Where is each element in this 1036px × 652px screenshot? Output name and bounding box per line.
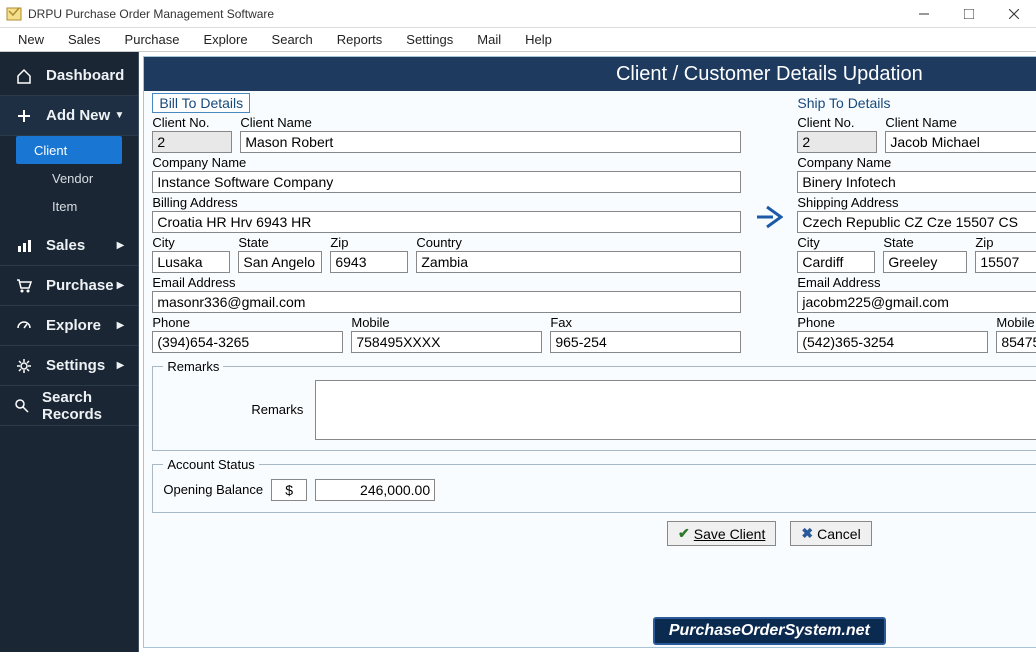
sidebar-settings[interactable]: Settings ▶ [0,346,138,386]
save-client-button[interactable]: ✔Save Client [667,521,776,546]
chevron-right-icon: ▶ [117,240,125,251]
plus-icon [14,108,34,124]
bill-fax[interactable] [550,331,741,353]
ship-zip[interactable] [975,251,1036,273]
sidebar-client[interactable]: Client [16,136,122,164]
bill-city[interactable] [152,251,230,273]
menu-mail[interactable]: Mail [465,32,513,47]
sidebar-label: Purchase [46,277,114,294]
footer-brand: PurchaseOrderSystem.net [144,617,1036,645]
chevron-right-icon: ▶ [117,320,125,331]
bars-icon [14,238,34,254]
remarks-legend: Remarks [163,359,223,374]
bill-to-title: Bill To Details [152,93,250,113]
bill-country[interactable] [416,251,741,273]
title-bar: DRPU Purchase Order Management Software [0,0,1036,28]
remarks-input[interactable] [315,380,1036,440]
bill-mobile[interactable] [351,331,542,353]
opening-balance[interactable] [315,479,435,501]
bill-address[interactable] [152,211,741,233]
chevron-right-icon: ▶ [117,280,125,291]
close-window-button[interactable] [991,0,1036,28]
arrow-icon [755,93,783,231]
ship-state[interactable] [883,251,967,273]
ship-email[interactable] [797,291,1036,313]
ship-phone[interactable] [797,331,988,353]
ship-city[interactable] [797,251,875,273]
menu-search[interactable]: Search [260,32,325,47]
bill-phone[interactable] [152,331,343,353]
window-title: DRPU Purchase Order Management Software [28,7,901,21]
gear-icon [14,358,34,374]
sidebar-label: Search Records [42,389,124,423]
check-icon: ✔ [678,525,690,542]
sidebar-label: Add New [46,107,110,124]
page-header: Client / Customer Details Updation Close [144,57,1036,91]
chevron-right-icon: ▶ [117,360,125,371]
menu-sales[interactable]: Sales [56,32,113,47]
gauge-icon [14,318,34,334]
sidebar: Dashboard Add New ▼ Client Vendor Item S… [0,52,139,652]
account-status-fieldset: Account Status Opening Balance Account B… [152,457,1036,513]
ship-mobile[interactable] [996,331,1036,353]
ship-client-name[interactable] [885,131,1036,153]
sidebar-search[interactable]: Search Records [0,386,138,426]
account-status-legend: Account Status [163,457,258,472]
sidebar-label: Settings [46,357,105,374]
page-title: Client / Customer Details Updation [616,63,923,86]
cancel-button[interactable]: ✖Cancel [790,521,871,546]
sidebar-dashboard[interactable]: Dashboard [0,56,138,96]
ship-client-no[interactable] [797,131,877,153]
sidebar-label: Explore [46,317,101,334]
sidebar-explore[interactable]: Explore ▶ [0,306,138,346]
search-icon [14,398,30,414]
chevron-down-icon: ▼ [114,110,124,121]
bill-company[interactable] [152,171,741,193]
sidebar-add-new[interactable]: Add New ▼ [0,96,138,136]
cart-icon [14,278,34,294]
menu-reports[interactable]: Reports [325,32,395,47]
bill-client-no[interactable] [152,131,232,153]
menu-bar: New Sales Purchase Explore Search Report… [0,28,1036,52]
minimize-button[interactable] [901,0,946,28]
menu-new[interactable]: New [6,32,56,47]
content-panel: Client / Customer Details Updation Close… [143,56,1036,648]
sidebar-label: Sales [46,237,85,254]
ship-address[interactable] [797,211,1036,233]
sidebar-item-sub[interactable]: Item [0,192,138,220]
bill-zip[interactable] [330,251,408,273]
sidebar-purchase[interactable]: Purchase ▶ [0,266,138,306]
ship-company[interactable] [797,171,1036,193]
bill-state[interactable] [238,251,322,273]
app-icon [6,6,22,22]
sidebar-label: Dashboard [46,67,124,84]
menu-purchase[interactable]: Purchase [113,32,192,47]
bill-client-name[interactable] [240,131,741,153]
menu-settings[interactable]: Settings [394,32,465,47]
maximize-button[interactable] [946,0,991,28]
remarks-fieldset: Remarks Remarks [152,359,1036,451]
ship-to-section: Ship To Details Client No. Client Name C… [797,93,1036,353]
ship-to-title: Ship To Details [797,93,1036,113]
x-icon: ✖ [801,525,813,542]
bill-email[interactable] [152,291,741,313]
menu-explore[interactable]: Explore [191,32,259,47]
home-icon [14,68,34,84]
opening-currency[interactable] [271,479,307,501]
sidebar-vendor[interactable]: Vendor [0,164,138,192]
menu-help[interactable]: Help [513,32,564,47]
bill-to-section: Bill To Details Client No. Client Name C… [152,93,741,353]
sidebar-sales[interactable]: Sales ▶ [0,226,138,266]
